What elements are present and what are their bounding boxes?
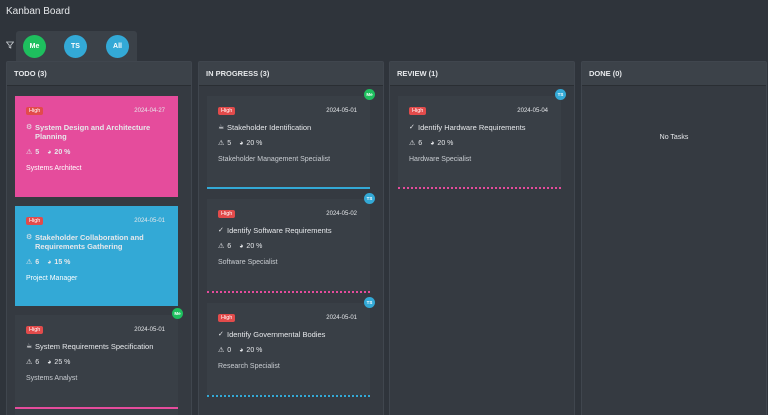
column-in-progress: IN PROGRESS (3) High 2024-05-01 ☕ Stakehol… <box>198 61 384 415</box>
task-title: ⚙ Stakeholder Collaboration and Requireme… <box>26 233 144 251</box>
column-done: DONE (0) No Tasks <box>581 61 767 415</box>
task-card[interactable]: High 2024-05-01 ⚙ Stakeholder Collaboratio… <box>15 206 178 306</box>
filter-icon[interactable] <box>6 41 14 49</box>
priority-badge: High <box>218 210 236 218</box>
task-stats: ⚠ 0 ◕ 20 % <box>218 346 263 355</box>
assignee-avatar: Me <box>172 308 183 319</box>
task-title: ☕ Stakeholder Identification <box>218 123 312 132</box>
column-body: High 2024-05-01 ☕ Stakeholder Identificati… <box>199 86 383 415</box>
task-stats: ⚠ 5 ◕ 20 % <box>218 139 263 148</box>
task-title: ⚙ System Design and Architecture Planning <box>26 123 151 141</box>
task-stats: ⚠ 5 ◕ 20 % <box>26 148 71 157</box>
due-date: 2024-05-02 <box>326 211 357 217</box>
task-card[interactable]: High 2024-05-01 ☕ Stakeholder Identificati… <box>207 96 370 187</box>
task-title: ✓ Identify Software Requirements <box>218 226 332 235</box>
priority-badge: High <box>409 107 427 115</box>
card-accent-line <box>207 187 370 189</box>
assignee-avatar: TS <box>364 193 375 204</box>
priority-badge: High <box>218 107 236 115</box>
progress-icon: ◕ <box>430 139 435 147</box>
task-title: ✓ Identify Governmental Bodies <box>218 330 326 339</box>
task-role: Project Manager <box>26 275 78 282</box>
filter-ts-button[interactable]: TS <box>64 35 87 58</box>
task-role: Stakeholder Management Specialist <box>218 156 331 163</box>
task-stats: ⚠ 6 ◕ 25 % <box>26 358 71 367</box>
column-todo: TODO (3) High 2024-04-27 ⚙ System Design a… <box>6 61 192 415</box>
task-stats: ⚠ 6 ◕ 20 % <box>409 139 454 148</box>
card-accent-line <box>398 187 561 189</box>
warning-icon: ⚠ <box>218 140 225 147</box>
task-card[interactable]: High 2024-05-01 ☕ System Requirements Spec… <box>15 315 178 415</box>
priority-badge: High <box>26 326 44 334</box>
task-stats: ⚠ 6 ◕ 20 % <box>218 242 263 251</box>
progress-icon: ◕ <box>239 346 244 354</box>
coffee-icon: ☕ <box>218 124 225 131</box>
priority-badge: High <box>26 107 44 115</box>
warning-icon: ⚠ <box>26 259 33 266</box>
task-card[interactable]: High 2024-04-27 ⚙ System Design and Archit… <box>15 96 178 197</box>
column-body: High 2024-04-27 ⚙ System Design and Archit… <box>7 86 191 415</box>
priority-badge: High <box>26 217 44 225</box>
board-title: Kanban Board <box>6 6 70 17</box>
column-body: High 2024-05-04 ✓ Identify Hardware Requir… <box>390 86 574 415</box>
task-role: Hardware Specialist <box>409 156 472 163</box>
task-stats: ⚠ 6 ◕ 15 % <box>26 258 71 267</box>
card-accent-line <box>207 291 370 293</box>
warning-icon: ⚠ <box>26 149 33 156</box>
task-title: ✓ Identify Hardware Requirements <box>409 123 526 132</box>
progress-icon: ◕ <box>239 242 244 250</box>
warning-icon: ⚠ <box>218 347 225 354</box>
due-date: 2024-05-04 <box>517 108 548 114</box>
task-card[interactable]: High 2024-05-01 ✓ Identify Governmental Bo… <box>207 303 370 395</box>
due-date: 2024-04-27 <box>134 108 165 114</box>
column-header: REVIEW (1) <box>390 62 574 86</box>
due-date: 2024-05-01 <box>326 315 357 321</box>
filter-me-button[interactable]: Me <box>23 35 46 58</box>
task-card[interactable]: High 2024-05-04 ✓ Identify Hardware Requir… <box>398 96 561 188</box>
column-header: DONE (0) <box>582 62 766 86</box>
check-icon: ✓ <box>218 227 224 234</box>
column-header: IN PROGRESS (3) <box>199 62 383 86</box>
card-accent-line <box>207 395 370 397</box>
assignee-avatar: TS <box>555 89 566 100</box>
column-review: REVIEW (1) High 2024-05-04 ✓ Identify Hard… <box>389 61 575 415</box>
gear-icon: ⚙ <box>26 124 33 131</box>
warning-icon: ⚠ <box>26 359 33 366</box>
progress-icon: ◕ <box>239 139 244 147</box>
due-date: 2024-05-01 <box>134 327 165 333</box>
due-date: 2024-05-01 <box>134 218 165 224</box>
task-role: Systems Analyst <box>26 375 78 382</box>
task-card[interactable]: High 2024-05-02 ✓ Identify Software Requir… <box>207 199 370 291</box>
due-date: 2024-05-01 <box>326 108 357 114</box>
warning-icon: ⚠ <box>409 140 416 147</box>
priority-badge: High <box>218 314 236 322</box>
check-icon: ✓ <box>409 124 415 131</box>
assignee-filter-bar: Me TS All <box>16 31 137 61</box>
progress-icon: ◕ <box>47 358 52 366</box>
progress-icon: ◕ <box>47 148 52 156</box>
empty-state-text: No Tasks <box>659 134 689 141</box>
column-body: No Tasks <box>582 86 766 415</box>
assignee-avatar: Me <box>364 89 375 100</box>
check-icon: ✓ <box>218 331 224 338</box>
gear-icon: ⚙ <box>26 234 33 241</box>
filter-all-button[interactable]: All <box>106 35 129 58</box>
progress-icon: ◕ <box>47 258 52 266</box>
task-title: ☕ System Requirements Specification <box>26 342 154 351</box>
coffee-icon: ☕ <box>26 343 33 350</box>
task-role: Software Specialist <box>218 259 278 266</box>
warning-icon: ⚠ <box>218 243 225 250</box>
task-role: Systems Architect <box>26 165 82 172</box>
column-header: TODO (3) <box>7 62 191 86</box>
card-accent-line <box>15 407 178 409</box>
assignee-avatar: TS <box>364 297 375 308</box>
task-role: Research Specialist <box>218 363 280 370</box>
